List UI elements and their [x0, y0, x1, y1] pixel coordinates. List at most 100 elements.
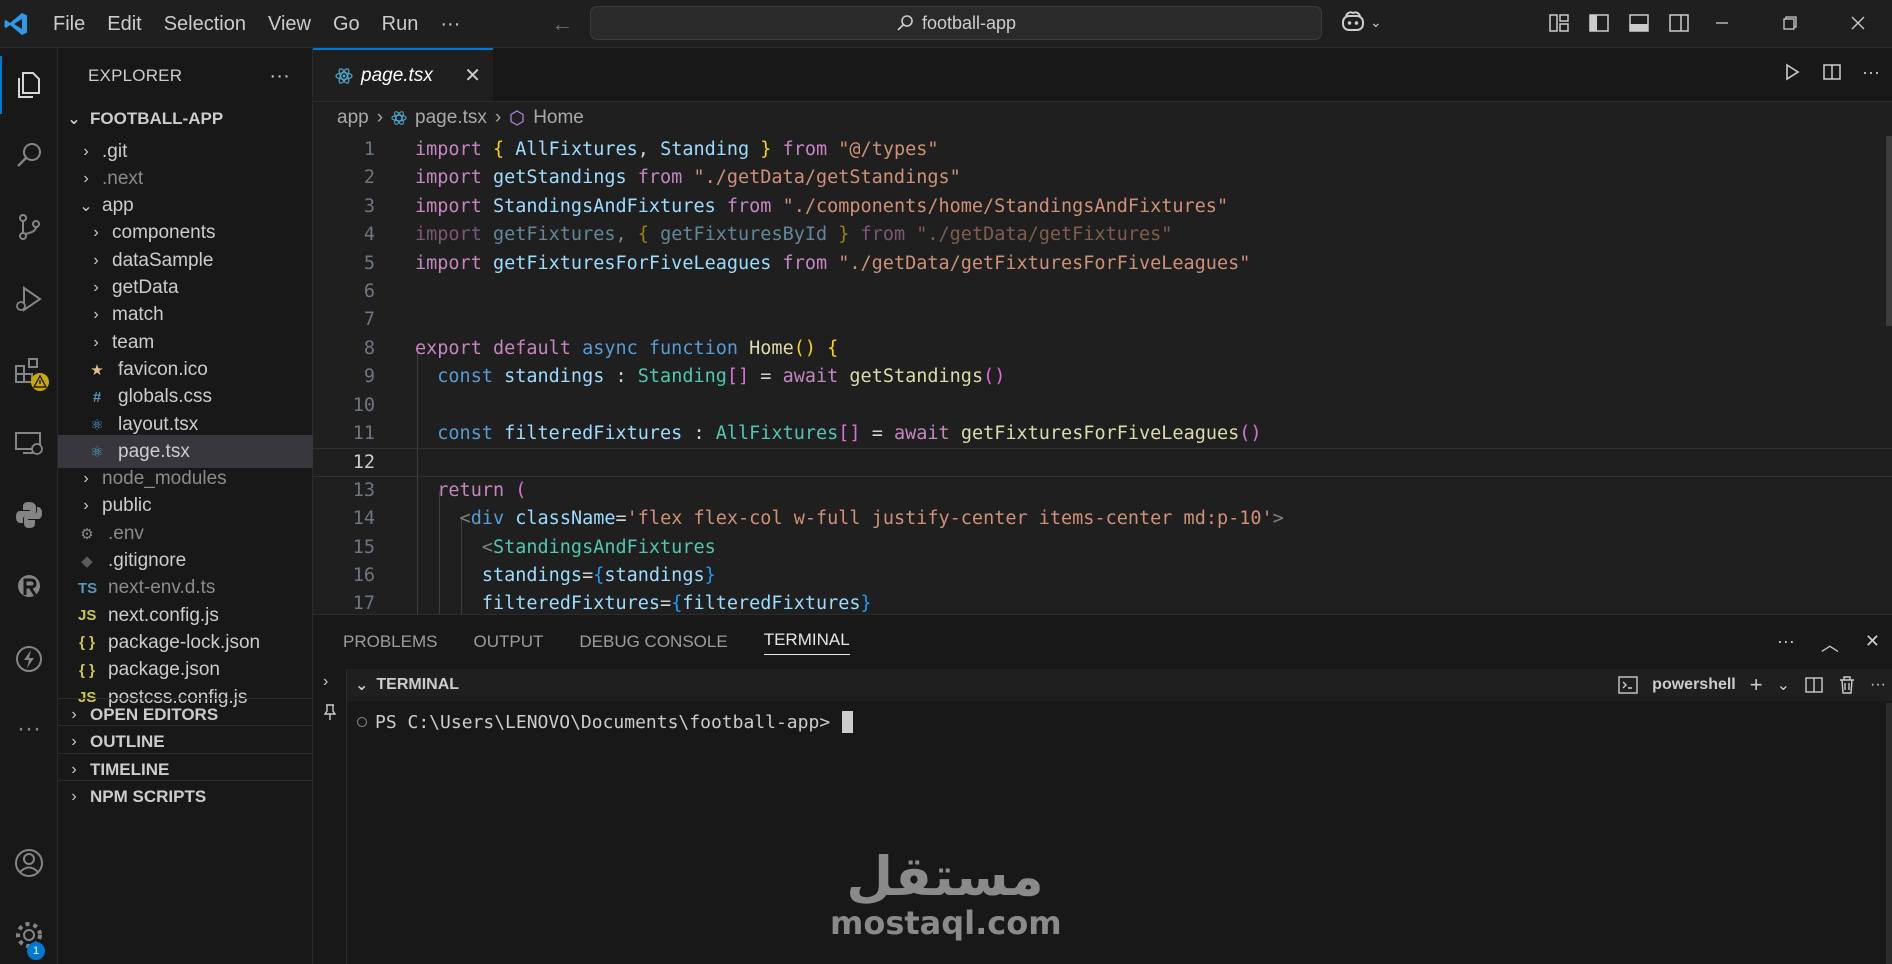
line-number: 5 [363, 252, 375, 274]
search-text: football-app [921, 12, 1017, 33]
terminal-cursor [842, 711, 854, 733]
pin-icon[interactable] [322, 703, 338, 721]
run-icon[interactable] [1782, 62, 1802, 82]
breadcrumb-file[interactable]: page.tsx [415, 107, 487, 129]
code-token: StandingsAndFixtures [492, 536, 716, 558]
code-line: 1 import { AllFixtures, Standing } from "… [313, 136, 1892, 164]
menu-item-edit[interactable]: Edit [96, 0, 152, 48]
code-token: "./getData/getFixtures" [916, 224, 1173, 246]
code-token: < [415, 536, 493, 558]
source-control-activity[interactable] [0, 198, 58, 256]
extensions-activity[interactable] [0, 342, 58, 400]
line-number: 14 [352, 508, 375, 530]
lightning-icon [16, 646, 42, 672]
toggle-secondary-sidebar-icon[interactable] [1668, 12, 1690, 34]
accounts-activity[interactable] [0, 834, 58, 892]
code-token: div [470, 508, 516, 530]
close-panel-icon[interactable]: ✕ [1865, 631, 1880, 657]
explorer-root-folder[interactable]: ⌄ FOOTBALL-APP [58, 102, 313, 135]
line-number: 8 [363, 337, 375, 359]
more-actions-icon[interactable]: ··· [269, 65, 290, 88]
restore-button[interactable] [1756, 0, 1824, 46]
copilot-menu[interactable]: ⌄ [1340, 10, 1382, 34]
code-line: 16 standings={standings} [313, 562, 1892, 590]
code-token: "./getData/getFixturesForFiveLeagues" [838, 252, 1251, 274]
typescript-file-icon: TS [78, 579, 98, 597]
breadcrumb: app › page.tsx › Home [313, 102, 1892, 134]
python-activity[interactable] [0, 486, 58, 544]
search-activity[interactable] [0, 126, 58, 184]
section-npm-scripts[interactable]: › NPM SCRIPTS [58, 779, 313, 813]
more-activity[interactable]: ··· [0, 700, 58, 758]
shell-name[interactable]: powershell [1652, 676, 1736, 694]
command-center-search[interactable]: football-app [590, 6, 1322, 40]
chevron-right-icon: › [83, 142, 89, 160]
thunder-client-r-activity[interactable] [0, 558, 58, 616]
tab-page-tsx[interactable]: page.tsx ✕ [313, 48, 493, 101]
code-token: filteredFixtures [415, 593, 661, 614]
minimize-icon [1716, 22, 1728, 24]
menu-item-more[interactable]: ··· [429, 0, 471, 48]
run-debug-activity[interactable] [0, 270, 58, 328]
terminal-scrollbar[interactable] [1886, 703, 1892, 964]
breadcrumb-symbol[interactable]: Home [533, 107, 584, 129]
split-editor-icon[interactable] [1822, 62, 1842, 82]
more-actions-icon[interactable]: ··· [1777, 631, 1795, 657]
code-text: return ( [415, 477, 526, 505]
menu-item-selection[interactable]: Selection [153, 0, 257, 48]
panel-tab-problems[interactable]: PROBLEMS [343, 632, 437, 652]
code-token: from [771, 252, 839, 274]
code-token: getFixturesForFiveLeagues [492, 252, 772, 274]
code-text: import { AllFixtures, Standing } from "@… [415, 136, 939, 164]
chevron-right-icon[interactable]: › [323, 673, 328, 691]
thunder-activity[interactable] [0, 630, 58, 688]
panel-tab-terminal[interactable]: TERMINAL [763, 630, 850, 655]
code-line: 15 <StandingsAndFixtures [313, 534, 1892, 562]
back-arrow-icon[interactable]: ← [551, 11, 573, 37]
close-tab-icon[interactable]: ✕ [464, 63, 481, 88]
maximize-panel-icon[interactable]: ︿ [1821, 631, 1839, 657]
tree-item-label: dataSample [112, 249, 214, 271]
remote-explorer-activity[interactable] [0, 414, 58, 472]
panel-tab-debug-console[interactable]: DEBUG CONSOLE [579, 632, 727, 652]
code-text: export default async function Home() { [415, 335, 838, 363]
tree-item-label: .next [102, 167, 144, 189]
more-actions-icon[interactable]: ··· [1870, 676, 1886, 694]
code-token: ( [515, 479, 527, 501]
customize-layout-icon[interactable] [1548, 12, 1570, 34]
menu-item-file[interactable]: File [42, 0, 96, 48]
panel-tab-output[interactable]: OUTPUT [473, 632, 543, 652]
close-icon [1851, 16, 1865, 30]
code-token: default [492, 337, 583, 359]
code-text: import getStandings from "./getData/getS… [415, 164, 961, 192]
more-actions-icon[interactable]: ··· [1862, 62, 1880, 82]
split-terminal-icon[interactable] [1804, 676, 1824, 694]
trash-icon[interactable] [1838, 675, 1856, 695]
code-token: async [582, 337, 649, 359]
chevron-right-icon: › [93, 251, 99, 269]
code-editor[interactable]: 1 import { AllFixtures, Standing } from "… [313, 136, 1892, 614]
breadcrumb-folder[interactable]: app [337, 107, 369, 129]
chevron-right-icon: › [93, 224, 99, 242]
r-extension-icon [18, 575, 40, 597]
minimize-button[interactable] [1688, 0, 1756, 46]
star-file-icon: ★ [90, 361, 104, 379]
editor-scrollbar[interactable] [1886, 136, 1892, 326]
menu-item-go[interactable]: Go [322, 0, 371, 48]
menu-item-run[interactable]: Run [371, 0, 430, 48]
chevron-down-icon[interactable]: ⌄ [355, 675, 368, 695]
manage-activity[interactable]: 1 [0, 906, 58, 964]
terminal-body[interactable]: PS C:\Users\LENOVO\Documents\football-ap… [347, 701, 1892, 964]
react-file-icon [335, 67, 353, 84]
close-window-button[interactable] [1824, 0, 1892, 46]
new-terminal-icon[interactable]: + [1750, 672, 1763, 698]
menu-item-view[interactable]: View [257, 0, 322, 48]
toggle-primary-sidebar-icon[interactable] [1588, 12, 1610, 34]
line-number: 10 [352, 394, 375, 416]
tree-item-label: next-env.d.ts [108, 577, 216, 599]
tree-item-label: match [112, 304, 164, 326]
toggle-panel-icon[interactable] [1628, 12, 1650, 34]
tree-item-label: favicon.ico [118, 358, 208, 380]
explorer-activity[interactable] [0, 56, 58, 114]
chevron-down-icon[interactable]: ⌄ [1777, 675, 1790, 695]
